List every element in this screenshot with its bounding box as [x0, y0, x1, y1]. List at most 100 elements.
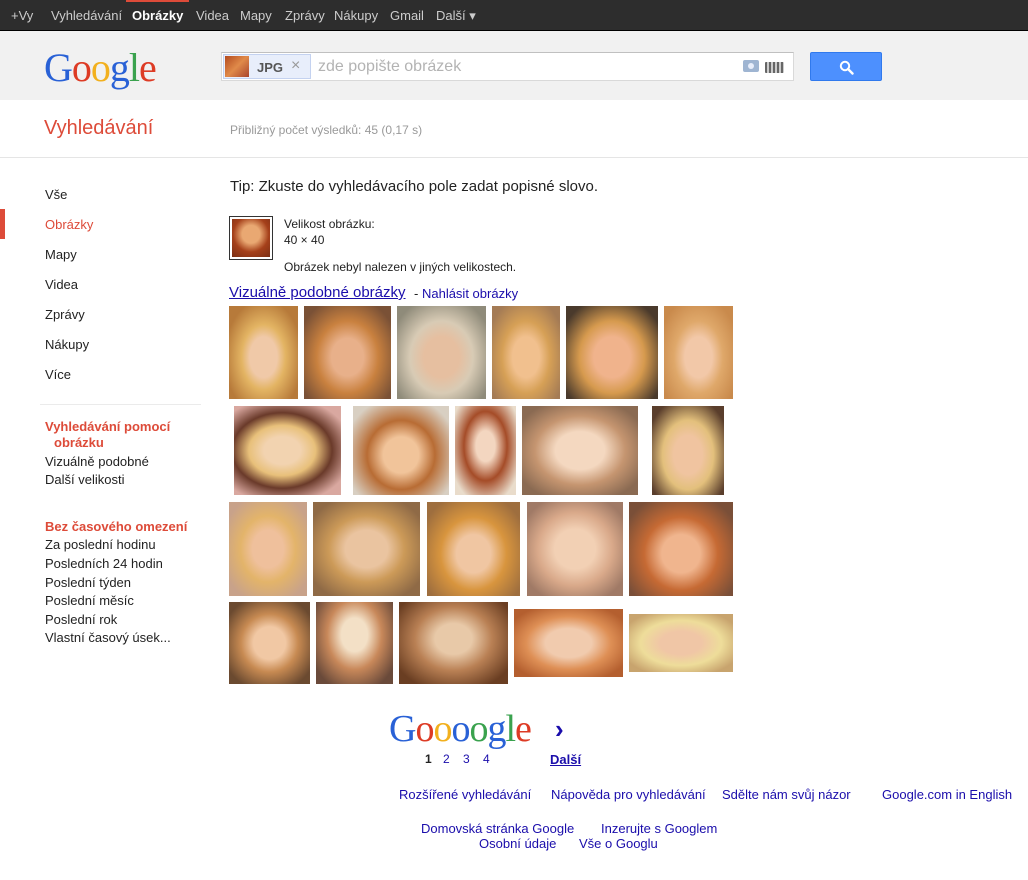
logo-letter: o: [433, 708, 452, 750]
query-image-chip-thumbnail: [225, 56, 249, 77]
image-result[interactable]: [629, 614, 733, 672]
image-result[interactable]: [492, 306, 560, 399]
next-page-link[interactable]: Další: [550, 752, 581, 767]
footer-link-about-google[interactable]: Vše o Googlu: [579, 836, 658, 851]
pagination-logo: Goooogle: [389, 707, 532, 751]
sidebar-item-all[interactable]: Vše: [45, 187, 67, 202]
logo-letter: o: [451, 708, 470, 750]
image-result[interactable]: [229, 306, 298, 399]
logo-letter: o: [71, 45, 92, 90]
time-filter-past-year[interactable]: Poslední rok: [45, 612, 117, 627]
image-size-label: Velikost obrázku:: [284, 217, 375, 231]
topbar-link-news[interactable]: Zprávy: [285, 0, 325, 31]
close-icon[interactable]: ×: [291, 57, 300, 75]
search-box: JPG ×: [221, 52, 794, 81]
search-input[interactable]: [318, 55, 728, 78]
image-search-heading: Vyhledávání pomocí: [45, 419, 171, 434]
logo-letter: G: [44, 45, 73, 90]
logo-letter: G: [389, 708, 416, 750]
chevron-right-icon[interactable]: ›: [555, 714, 564, 745]
query-image: [232, 219, 270, 257]
topbar-link-shopping[interactable]: Nákupy: [334, 0, 378, 31]
page-number[interactable]: 4: [483, 752, 490, 766]
sidebar-item-more[interactable]: Více: [45, 367, 71, 382]
topbar-link-plus-you[interactable]: +Vy: [11, 0, 33, 31]
footer-link-advanced-search[interactable]: Rozšířené vyhledávání: [399, 787, 531, 802]
logo-letter: o: [469, 708, 488, 750]
image-result[interactable]: [664, 306, 733, 399]
image-result[interactable]: [316, 602, 393, 684]
logo-letter: l: [505, 708, 516, 750]
logo-letter: e: [139, 45, 157, 90]
sidebar-item-news[interactable]: Zprávy: [45, 307, 85, 322]
image-result[interactable]: [522, 406, 638, 495]
search-icon: [839, 60, 854, 75]
search-button[interactable]: [810, 52, 882, 81]
page-number[interactable]: 2: [443, 752, 450, 766]
topbar-link-search[interactable]: Vyhledávání: [51, 0, 122, 31]
result-stats: Přibližný počet výsledků: 45 (0,17 s): [230, 123, 423, 137]
page-number[interactable]: 3: [463, 752, 470, 766]
image-result[interactable]: [304, 306, 391, 399]
sidebar-item-images[interactable]: Obrázky: [45, 217, 93, 232]
footer-link-search-help[interactable]: Nápověda pro vyhledávání: [551, 787, 706, 802]
image-result[interactable]: [455, 406, 516, 495]
sidebar-divider: [40, 404, 201, 405]
topbar-link-maps[interactable]: Mapy: [240, 0, 272, 31]
image-result[interactable]: [397, 306, 486, 399]
sidebar-item-maps[interactable]: Mapy: [45, 247, 77, 262]
time-filter-heading[interactable]: Bez časového omezení: [45, 519, 187, 534]
keyboard-icon[interactable]: [765, 62, 784, 73]
sidebar-item-videos[interactable]: Videa: [45, 277, 78, 292]
image-result[interactable]: [427, 502, 520, 596]
sidebar-item-more-sizes[interactable]: Další velikosti: [45, 472, 124, 487]
logo-letter: g: [487, 708, 506, 750]
footer-link-google-home[interactable]: Domovská stránka Google: [421, 821, 574, 836]
no-other-sizes-message: Obrázek nebyl nalezen v jiných velikoste…: [284, 260, 517, 274]
topbar-link-videos[interactable]: Videa: [196, 0, 229, 31]
topbar-link-gmail[interactable]: Gmail: [390, 0, 424, 31]
topbar-link-more[interactable]: Další ▾: [436, 0, 476, 31]
title-row: Vyhledávání Přibližný počet výsledků: 45…: [0, 100, 1028, 158]
time-filter-past-month[interactable]: Poslední měsíc: [45, 593, 134, 608]
footer-link-feedback[interactable]: Sdělte nám svůj názor: [722, 787, 851, 802]
search-header: Google JPG ×: [0, 31, 1028, 100]
report-images-link[interactable]: - Nahlásit obrázky: [414, 286, 518, 301]
image-result[interactable]: [229, 502, 307, 596]
camera-icon[interactable]: [743, 60, 759, 72]
query-image-chip[interactable]: JPG ×: [223, 54, 311, 79]
logo-letter: o: [90, 45, 111, 90]
image-result[interactable]: [399, 602, 508, 684]
image-result[interactable]: [629, 502, 733, 596]
time-filter-past-24-hours[interactable]: Posledních 24 hodin: [45, 556, 163, 571]
footer-link-google-english[interactable]: Google.com in English: [882, 787, 1012, 802]
image-result[interactable]: [514, 609, 623, 677]
separator-dash: -: [414, 286, 419, 301]
query-image-chip-label: JPG: [257, 60, 284, 75]
image-result[interactable]: [527, 502, 623, 596]
image-result[interactable]: [234, 406, 341, 495]
image-result[interactable]: [353, 406, 449, 495]
time-filter-custom-range[interactable]: Vlastní časový úsek...: [45, 630, 171, 645]
image-result[interactable]: [313, 502, 420, 596]
page-title: Vyhledávání: [44, 117, 154, 139]
footer-link-privacy[interactable]: Osobní údaje: [479, 836, 556, 851]
search-tip: Tip: Zkuste do vyhledávacího pole zadat …: [230, 178, 598, 195]
time-filter-past-week[interactable]: Poslední týden: [45, 575, 131, 590]
logo-letter: e: [515, 708, 532, 750]
image-result[interactable]: [566, 306, 658, 399]
topbar-link-images[interactable]: Obrázky: [125, 0, 190, 31]
visually-similar-images-link[interactable]: Vizuálně podobné obrázky: [229, 284, 406, 301]
footer-link-advertise[interactable]: Inzerujte s Googlem: [601, 821, 717, 836]
selected-item-marker: [0, 209, 5, 239]
google-logo[interactable]: Google: [44, 45, 157, 90]
query-image-thumbnail[interactable]: [229, 216, 273, 260]
sidebar-item-shopping[interactable]: Nákupy: [45, 337, 89, 352]
image-result[interactable]: [652, 406, 724, 495]
sidebar-item-visually-similar[interactable]: Vizuálně podobné: [45, 454, 149, 469]
image-result[interactable]: [229, 602, 310, 684]
time-filter-past-hour[interactable]: Za poslední hodinu: [45, 537, 156, 552]
image-search-heading-line2: obrázku: [54, 435, 104, 450]
image-size-value: 40 × 40: [284, 233, 325, 247]
logo-letter: l: [128, 45, 140, 90]
